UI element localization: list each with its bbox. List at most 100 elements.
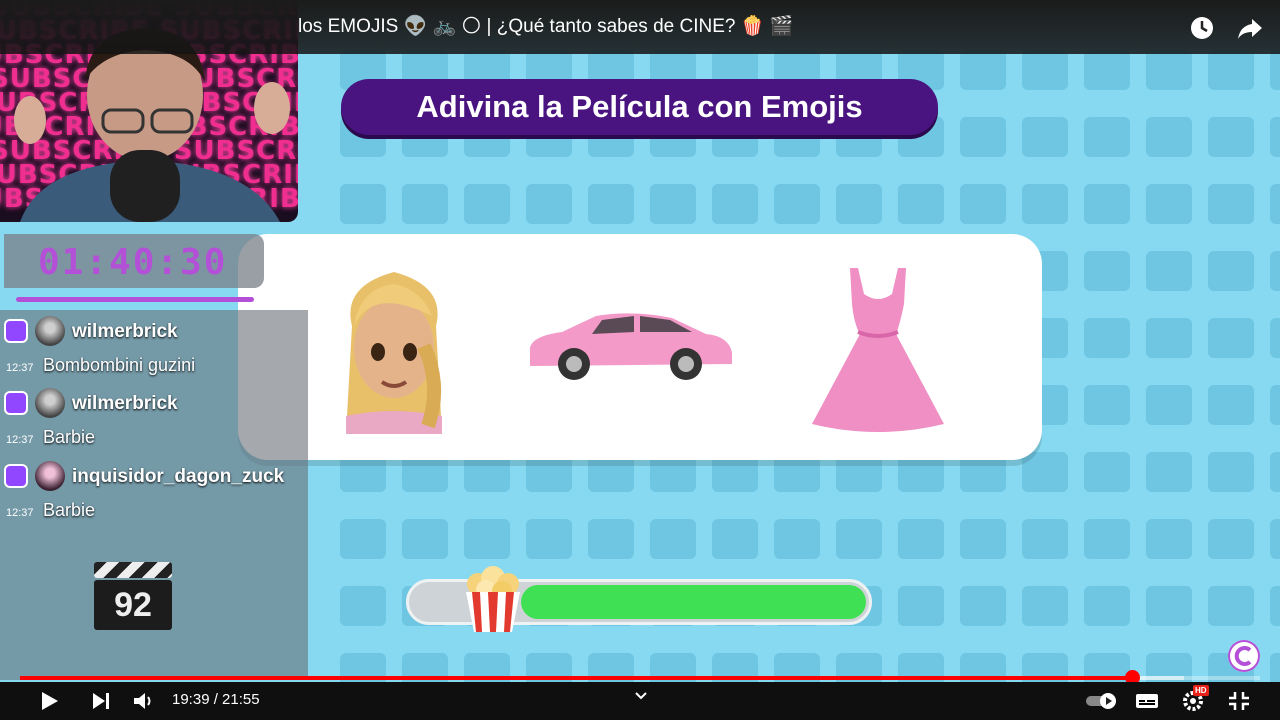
pattern-tile: [340, 519, 386, 559]
avatar: [35, 461, 65, 491]
pattern-tile: [1084, 519, 1130, 559]
pattern-tile: [960, 117, 1006, 157]
twitch-icon: [4, 464, 28, 488]
pattern-tile: [712, 519, 758, 559]
pattern-tile: [1208, 586, 1254, 626]
pattern-tile: [1022, 586, 1068, 626]
chat-message: wilmerbrick 12:37 Barbie: [0, 382, 308, 452]
hd-badge: HD: [1193, 685, 1209, 696]
pattern-tile: [1270, 251, 1280, 291]
autoplay-toggle-icon[interactable]: [1084, 689, 1120, 713]
chat-timestamp: 12:37: [6, 434, 34, 446]
pattern-tile: [1084, 117, 1130, 157]
popcorn-icon: [466, 566, 520, 632]
pattern-tile: [1084, 586, 1130, 626]
pattern-tile: [1084, 50, 1130, 90]
pattern-tile: [340, 184, 386, 224]
pattern-tile: [1084, 184, 1130, 224]
time-progress-fill: [521, 585, 866, 619]
pattern-tile: [650, 519, 696, 559]
pattern-tile: [526, 184, 572, 224]
chevron-down-icon[interactable]: [628, 685, 654, 709]
seek-bar[interactable]: [20, 670, 1260, 685]
pattern-tile: [960, 519, 1006, 559]
pattern-tile: [1208, 251, 1254, 291]
pattern-tile: [1270, 452, 1280, 492]
avatar: [35, 316, 65, 346]
quiz-title: Adivina la Película con Emojis: [416, 89, 863, 124]
subtitles-icon[interactable]: [1134, 689, 1160, 713]
player-controls: 19:39 / 21:55 HD: [0, 682, 1280, 720]
pattern-tile: [650, 184, 696, 224]
pattern-tile: [1146, 385, 1192, 425]
chat-timestamp: 12:37: [6, 362, 34, 374]
c-logo-glyph: [1234, 646, 1252, 666]
pattern-tile: [1208, 184, 1254, 224]
pattern-tile: [1208, 385, 1254, 425]
pattern-tile: [1022, 50, 1068, 90]
question-counter: 92: [114, 586, 152, 624]
pattern-tile: [1022, 452, 1068, 492]
pattern-tile: [1084, 385, 1130, 425]
pattern-tile: [1146, 251, 1192, 291]
pattern-tile: [588, 184, 634, 224]
volume-icon[interactable]: [130, 689, 156, 713]
chat-message: inquisidor_dagon_zuck 12:37 Barbie: [0, 455, 308, 525]
pattern-tile: [402, 519, 448, 559]
clapperboard-body: 92: [94, 580, 172, 630]
pattern-tile: [588, 519, 634, 559]
watch-later-icon[interactable]: [1188, 14, 1216, 42]
chat-timestamp: 12:37: [6, 507, 34, 519]
pattern-tile: [1084, 251, 1130, 291]
pattern-tile: [1270, 519, 1280, 559]
chat-text: Barbie: [43, 500, 96, 520]
channel-logo-icon[interactable]: [1228, 640, 1260, 672]
chat-text: Barbie: [43, 427, 96, 447]
pattern-tile: [1146, 586, 1192, 626]
pattern-tile: [1146, 50, 1192, 90]
chat-message: wilmerbrick 12:37 Bombombini guzini: [0, 310, 308, 380]
video-frame[interactable]: Adivina la Película con Emojis BSCRIBE B…: [0, 0, 1280, 720]
pattern-tile: [1084, 318, 1130, 358]
pattern-tile: [960, 50, 1006, 90]
pink-dress-icon: [812, 268, 944, 432]
video-title[interactable]: los EMOJIS 👽 🚲 🌕 | ¿Qué tanto sabes de C…: [298, 14, 793, 38]
pattern-tile: [836, 519, 882, 559]
pattern-tile: [1146, 452, 1192, 492]
pink-car-icon: [530, 313, 732, 380]
play-icon[interactable]: [36, 689, 62, 713]
pattern-tile: [960, 586, 1006, 626]
avatar: [35, 388, 65, 418]
pattern-tile: [1208, 519, 1254, 559]
pattern-tile: [898, 519, 944, 559]
pattern-tile: [1146, 117, 1192, 157]
pattern-tile: [774, 184, 820, 224]
played-bar: [20, 676, 1132, 680]
share-icon[interactable]: [1236, 14, 1264, 42]
chat-username: inquisidor_dagon_zuck: [72, 466, 285, 487]
clapperboard-counter: 92: [94, 562, 172, 630]
pattern-tile: [960, 184, 1006, 224]
pattern-tile: [712, 184, 758, 224]
pattern-tile: [340, 586, 386, 626]
twitch-icon: [4, 319, 28, 343]
blonde-girl-icon: [346, 272, 442, 434]
pattern-tile: [464, 184, 510, 224]
pattern-tile: [1146, 184, 1192, 224]
timer-bar: [16, 297, 254, 302]
pattern-tile: [1208, 452, 1254, 492]
pattern-tile: [1270, 318, 1280, 358]
pattern-tile: [1084, 452, 1130, 492]
chat-text: Bombombini guzini: [43, 355, 196, 375]
quiz-title-banner: Adivina la Película con Emojis: [341, 79, 938, 135]
pattern-tile: [1146, 318, 1192, 358]
pattern-tile: [1270, 385, 1280, 425]
emoji-card: [238, 234, 1042, 460]
pattern-tile: [1270, 50, 1280, 90]
pattern-tile: [1022, 519, 1068, 559]
next-icon[interactable]: [88, 689, 114, 713]
pattern-tile: [1270, 117, 1280, 157]
exit-fullscreen-icon[interactable]: [1226, 689, 1252, 713]
pattern-tile: [898, 184, 944, 224]
pattern-tile: [1022, 184, 1068, 224]
